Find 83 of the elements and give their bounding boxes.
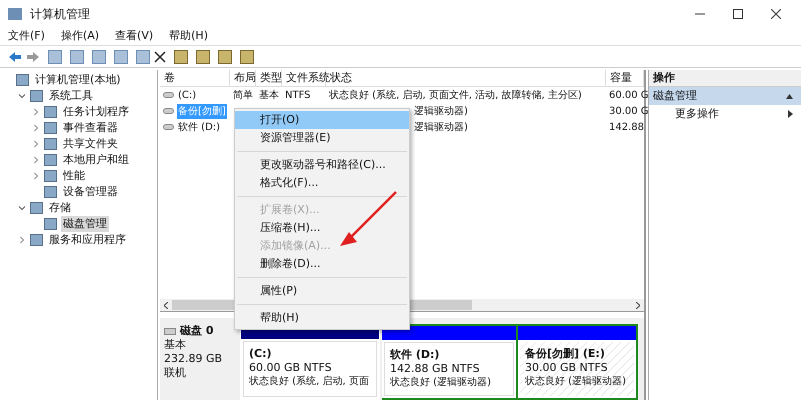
menu-item[interactable]: 操作(A) bbox=[60, 28, 100, 45]
partition-name: (C:) bbox=[249, 347, 273, 361]
tree-item[interactable]: 磁盘管理 bbox=[61, 216, 109, 232]
partition-name: 备份[勿删] (E:) bbox=[525, 347, 606, 361]
scroll-left-icon[interactable] bbox=[164, 302, 168, 308]
tree-item[interactable]: 服务和应用程序 bbox=[47, 232, 128, 248]
window-title: 计算机管理 bbox=[30, 6, 90, 23]
menu-item[interactable]: 帮助(H) bbox=[169, 28, 208, 45]
tree-item[interactable]: 事件查看器 bbox=[61, 120, 120, 136]
column-header[interactable]: 卷 bbox=[160, 70, 230, 86]
menu-item[interactable]: 文件(F) bbox=[8, 28, 45, 45]
tree-node-icon bbox=[44, 186, 57, 198]
partition-status: 状态良好 (逻辑驱动器) bbox=[390, 376, 492, 390]
partition-status: 状态良好 (系统, 启动, 页面 bbox=[249, 375, 370, 389]
tree-node-icon bbox=[44, 138, 57, 150]
drive-icon bbox=[163, 92, 174, 98]
maximize-icon[interactable] bbox=[733, 9, 743, 19]
context-menu-item[interactable]: 格式化(F)... bbox=[235, 174, 409, 192]
disk-name: 磁盘 0 bbox=[180, 324, 214, 338]
actions-header: 操作 bbox=[649, 70, 801, 87]
context-menu-item[interactable]: 属性(P) bbox=[235, 282, 409, 300]
chevron-down-icon[interactable] bbox=[18, 92, 26, 100]
column-header[interactable]: 类型 bbox=[256, 70, 282, 86]
partition-status: 状态良好 (逻辑驱动器) bbox=[525, 375, 627, 389]
context-menu-item[interactable]: 压缩卷(H)... bbox=[235, 219, 409, 237]
table-cell-text: 简单 bbox=[233, 88, 253, 102]
tree-node-icon bbox=[44, 106, 57, 118]
scroll-right-icon[interactable] bbox=[636, 302, 640, 308]
chevron-right-icon[interactable] bbox=[18, 236, 26, 244]
tree-node-icon bbox=[44, 154, 57, 166]
disk-size: 232.89 GB bbox=[164, 352, 224, 366]
tree-item[interactable]: 存储 bbox=[47, 200, 73, 216]
back-icon[interactable] bbox=[8, 50, 22, 62]
context-menu-item[interactable]: 资源管理器(E) bbox=[235, 129, 409, 147]
table-cell-text: 基本 bbox=[259, 88, 279, 102]
context-menu-item[interactable]: 更改驱动器号和路径(C)... bbox=[235, 156, 409, 174]
chevron-down-icon[interactable] bbox=[18, 204, 26, 212]
disk-status: 联机 bbox=[164, 366, 187, 380]
partition-size: 142.88 GB NTFS bbox=[390, 362, 481, 376]
app-icon bbox=[8, 8, 22, 20]
tree-item[interactable]: 系统工具 bbox=[47, 88, 95, 104]
submenu-arrow-icon bbox=[788, 110, 793, 118]
table-cell-text: 状态良好 (系统, 启动, 页面文件, 活动, 故障转储, 主分区) bbox=[329, 88, 582, 102]
disk-type: 基本 bbox=[164, 338, 187, 352]
partition-size: 30.00 GB NTFS bbox=[525, 361, 609, 375]
tree-node-icon bbox=[30, 234, 43, 246]
collapse-icon[interactable] bbox=[786, 94, 793, 98]
tree-item[interactable]: 性能 bbox=[61, 168, 87, 184]
volume-name[interactable]: (C:) bbox=[177, 88, 198, 102]
column-header[interactable]: 容量 bbox=[606, 70, 644, 86]
forward-icon[interactable] bbox=[26, 50, 40, 62]
table-cell-text: 142.88 bbox=[609, 120, 644, 134]
partition-block[interactable]: 软件 (D:) 142.88 GB NTFS 状态良好 (逻辑驱动器) bbox=[382, 324, 518, 400]
context-menu-item[interactable]: 帮助(H) bbox=[235, 309, 409, 327]
tree-node-icon bbox=[16, 74, 29, 86]
table-cell-text: 60.00 G bbox=[609, 88, 649, 102]
tree-node-icon bbox=[30, 202, 43, 214]
tree-item[interactable]: 本地用户和组 bbox=[61, 152, 131, 168]
close-icon[interactable] bbox=[771, 9, 781, 19]
context-menu-item[interactable]: 打开(O) bbox=[235, 111, 409, 129]
table-cell-text: 逻辑驱动器) bbox=[414, 120, 468, 134]
tree-node-icon bbox=[44, 122, 57, 134]
action-link[interactable]: 更多操作 bbox=[675, 106, 719, 122]
tree-node-icon bbox=[30, 90, 43, 102]
tree-item[interactable]: 计算机管理(本地) bbox=[33, 72, 123, 88]
drive-icon bbox=[163, 124, 174, 130]
menu-item[interactable]: 查看(V) bbox=[115, 28, 154, 45]
column-header[interactable]: 布局 bbox=[230, 70, 256, 86]
tree-node-icon bbox=[44, 218, 57, 230]
tree-node-icon bbox=[44, 170, 57, 182]
context-menu-item[interactable]: 删除卷(D)... bbox=[235, 255, 409, 273]
delete-icon[interactable] bbox=[154, 50, 166, 62]
partition-name: 软件 (D:) bbox=[390, 348, 440, 362]
table-cell-text: 逻辑驱动器) bbox=[414, 104, 468, 118]
partition-size: 60.00 GB NTFS bbox=[249, 361, 333, 375]
partition-block[interactable]: 备份[勿删] (E:) 30.00 GB NTFS 状态良好 (逻辑驱动器) bbox=[518, 324, 638, 400]
table-cell-text: 30.00 G bbox=[609, 104, 649, 118]
drive-icon bbox=[163, 108, 174, 114]
tree-item[interactable]: 设备管理器 bbox=[61, 184, 120, 200]
table-cell-text: NTFS bbox=[285, 88, 311, 102]
volume-name[interactable]: 软件 (D:) bbox=[177, 120, 222, 134]
tree-item[interactable]: 共享文件夹 bbox=[61, 136, 120, 152]
tree-item[interactable]: 任务计划程序 bbox=[61, 104, 131, 120]
